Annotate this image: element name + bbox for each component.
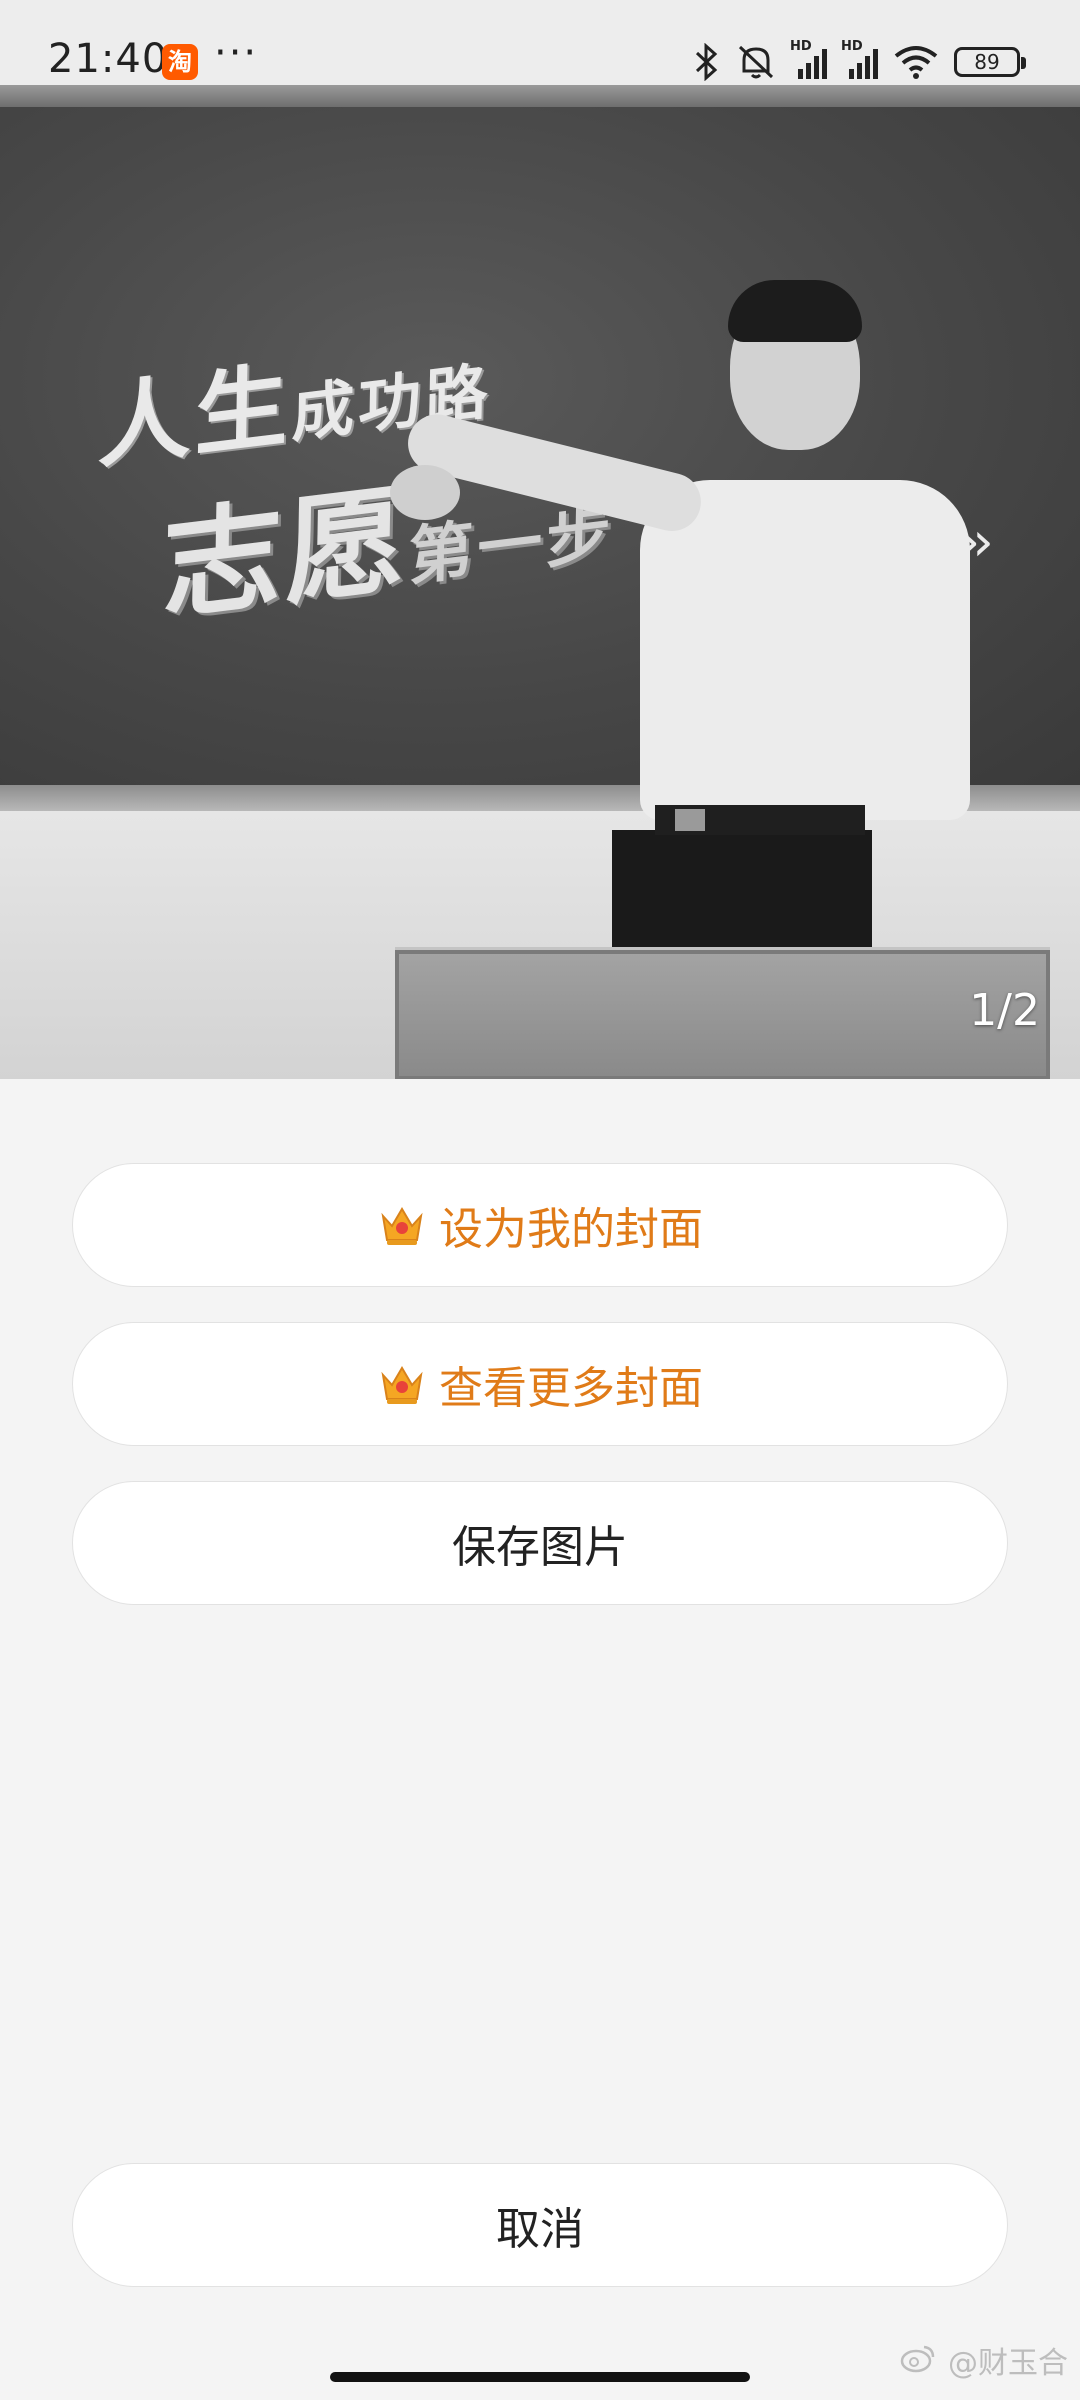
wifi-icon: [894, 40, 938, 84]
teacher-hand: [390, 465, 460, 520]
page-indicator: 1/2: [969, 985, 1040, 1036]
battery-icon: 89: [954, 47, 1026, 77]
slogan-line-2-big: 志愿: [161, 469, 411, 637]
teacher-hair: [728, 280, 862, 342]
watermark-text: @财玉合: [948, 2346, 1068, 2381]
more-covers-button[interactable]: 查看更多封面: [72, 1322, 1008, 1446]
podium: [395, 950, 1050, 1079]
set-cover-label: 设为我的封面: [439, 1204, 703, 1255]
signal-strength-icon-2: HD: [841, 39, 878, 79]
cancel-label: 取消: [496, 2204, 584, 2255]
bluetooth-icon: [694, 40, 720, 84]
status-icons: HD HD 89: [694, 39, 1026, 84]
teacher-shirt: [640, 480, 970, 820]
belt-buckle: [675, 809, 705, 831]
save-image-button[interactable]: 保存图片: [72, 1481, 1008, 1605]
taobao-notification-icon: 淘: [162, 44, 198, 80]
cover-image[interactable]: 人生成功路 志愿第一步 ››› 1/2: [0, 85, 1080, 1079]
more-covers-label: 查看更多封面: [439, 1363, 703, 1414]
mute-bell-icon: [736, 40, 776, 84]
home-indicator[interactable]: [330, 2372, 750, 2382]
crown-icon: [377, 1200, 427, 1250]
cancel-button[interactable]: 取消: [72, 2163, 1008, 2287]
save-image-label: 保存图片: [452, 1522, 628, 1573]
crown-icon: [377, 1359, 427, 1409]
watermark: @财玉合: [900, 2338, 1068, 2382]
set-cover-button[interactable]: 设为我的封面: [72, 1163, 1008, 1287]
hd-label: HD: [790, 39, 812, 54]
hd-label: HD: [841, 39, 863, 54]
signal-strength-icon-1: HD: [790, 39, 827, 79]
weibo-icon: [900, 2343, 938, 2373]
blackboard-frame: [0, 85, 1080, 107]
more-notifications-icon: ···: [214, 30, 259, 76]
status-time: 21:40: [48, 36, 169, 82]
